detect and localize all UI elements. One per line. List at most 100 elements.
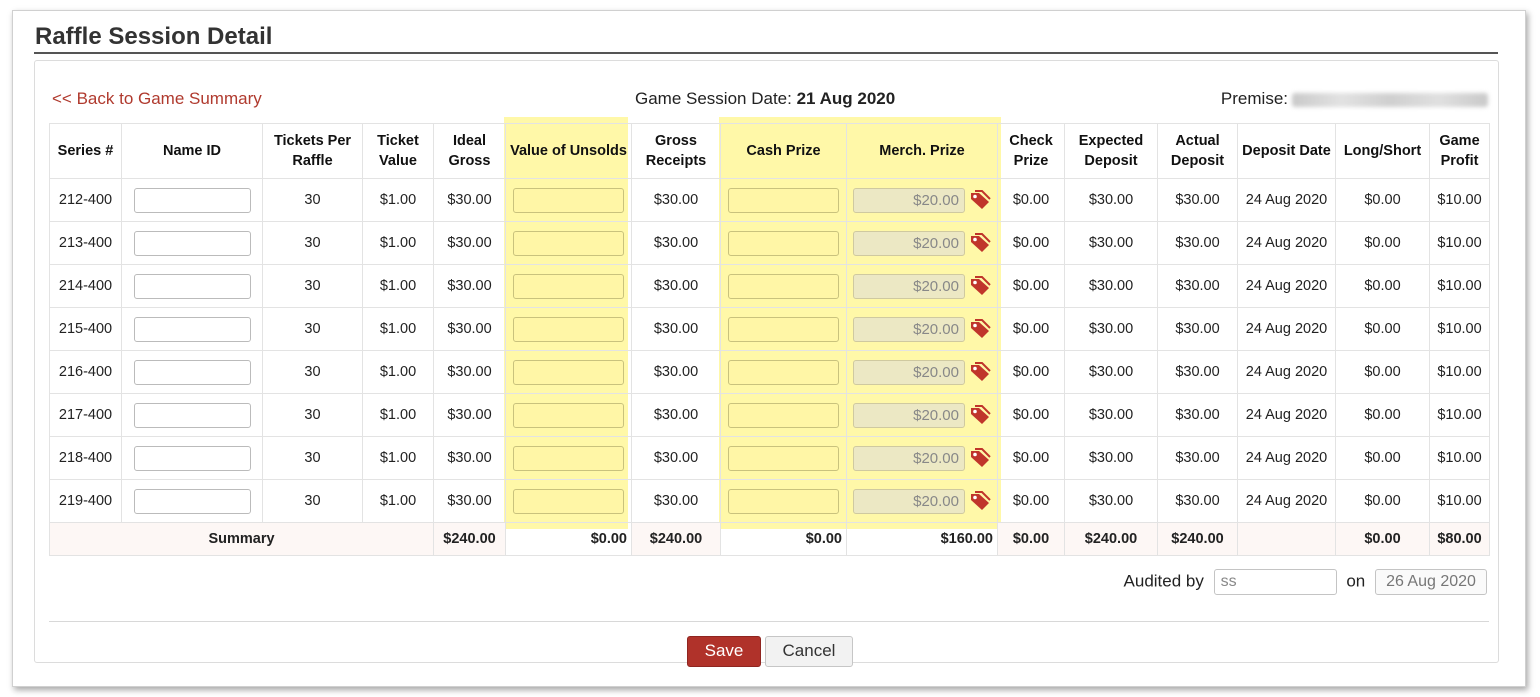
name-id-input[interactable] [133,488,251,514]
cash-prize-input[interactable] [728,359,839,385]
cash-prize-cell [720,436,847,480]
title-divider [34,52,1498,54]
merch-prize-field[interactable]: $20.00 [853,488,965,514]
name-id-input[interactable] [133,316,251,342]
price-tag-icon[interactable] [969,319,991,339]
gross-receipts-cell: $30.00 [631,264,721,308]
game-profit-cell: $10.00 [1429,178,1490,222]
name-id-input[interactable] [133,273,251,299]
tickets-cell: 30 [262,264,363,308]
price-tag-icon[interactable] [969,190,991,210]
check-prize-cell: $0.00 [997,221,1065,265]
cash-prize-input[interactable] [728,187,839,213]
game-profit-cell: $10.00 [1429,264,1490,308]
value-unsolds-input[interactable] [513,445,624,471]
summary-row: Summary $240.00 $0.00 $240.00 $0.00 $160… [49,522,1490,556]
summary-merch-prize: $160.00 [846,522,998,556]
summary-deposit-date [1237,522,1336,556]
value-unsolds-input[interactable] [513,488,624,514]
series-cell: 217-400 [49,393,122,437]
cash-prize-input[interactable] [728,273,839,299]
price-tag-icon[interactable] [969,448,991,468]
cash-prize-input[interactable] [728,402,839,428]
expected-deposit-cell: $30.00 [1064,307,1158,351]
series-header: Series # [49,123,122,179]
name-id-input[interactable] [133,359,251,385]
audited-by-label: Audited by [1123,571,1204,591]
expected-deposit-cell: $30.00 [1064,479,1158,523]
value-unsolds-input[interactable] [513,273,624,299]
cash-prize-cell [720,221,847,265]
game-profit-cell: $10.00 [1429,307,1490,351]
ticket-value-cell: $1.00 [362,350,434,394]
price-tag-icon[interactable] [969,491,991,511]
price-tag-icon[interactable] [969,233,991,253]
value-unsolds-input[interactable] [513,187,624,213]
long-short-cell: $0.00 [1335,350,1430,394]
name-id-input[interactable] [133,187,251,213]
merch-prize-field[interactable]: $20.00 [853,273,965,299]
cash-prize-input[interactable] [728,488,839,514]
deposit-date-cell: 24 Aug 2020 [1237,264,1336,308]
deposit-date-cell: 24 Aug 2020 [1237,436,1336,480]
ideal-gross-cell: $30.00 [433,307,506,351]
value-unsolds-input[interactable] [513,359,624,385]
cash-prize-input[interactable] [728,445,839,471]
price-tag-icon[interactable] [969,276,991,296]
value-unsolds-cell [505,350,632,394]
summary-value-unsolds: $0.00 [505,522,632,556]
value-unsolds-input[interactable] [513,316,624,342]
merch-prize-field[interactable]: $20.00 [853,359,965,385]
gross-receipts-cell: $30.00 [631,178,721,222]
merch-prize-field[interactable]: $20.00 [853,230,965,256]
session-date-label: Game Session Date: [635,89,792,108]
name-id-cell [121,479,263,523]
deposit-date-cell: 24 Aug 2020 [1237,178,1336,222]
actual-deposit-cell: $30.00 [1157,350,1238,394]
game-profit-cell: $10.00 [1429,350,1490,394]
ticket-value-cell: $1.00 [362,393,434,437]
price-tag-icon[interactable] [969,405,991,425]
merch-prize-field[interactable]: $20.00 [853,187,965,213]
tickets-cell: 30 [262,221,363,265]
ticket-value-cell: $1.00 [362,221,434,265]
check-prize-cell: $0.00 [997,350,1065,394]
series-cell: 214-400 [49,264,122,308]
name-id-input[interactable] [133,445,251,471]
screenshot-frame: Raffle Session Detail << Back to Game Su… [12,10,1526,687]
name-id-input[interactable] [133,230,251,256]
save-button[interactable]: Save [687,636,761,667]
merch-prize-field[interactable]: $20.00 [853,445,965,471]
value-unsolds-input[interactable] [513,402,624,428]
price-tag-icon[interactable] [969,362,991,382]
ideal-gross-cell: $30.00 [433,436,506,480]
merch-prize-field[interactable]: $20.00 [853,402,965,428]
cash-prize-input[interactable] [728,316,839,342]
cash-prize-header: Cash Prize [720,123,847,179]
value-unsolds-cell [505,264,632,308]
expected-deposit-cell: $30.00 [1064,393,1158,437]
tickets-cell: 30 [262,307,363,351]
audited-by-input[interactable]: ss [1213,569,1337,595]
ticket-value-cell: $1.00 [362,436,434,480]
cancel-button[interactable]: Cancel [765,636,853,667]
table-row: 215-400 30 $1.00 $30.00 $30.00 $20.00 $0.00 $30… [49,307,1490,351]
audit-date-field[interactable]: 26 Aug 2020 [1375,569,1487,595]
summary-ideal-gross: $240.00 [433,522,506,556]
series-cell: 215-400 [49,307,122,351]
gross-receipts-cell: $30.00 [631,479,721,523]
expected-deposit-cell: $30.00 [1064,350,1158,394]
value-unsolds-input[interactable] [513,230,624,256]
game-profit-header: Game Profit [1429,123,1490,179]
cash-prize-input[interactable] [728,230,839,256]
cash-prize-cell [720,178,847,222]
name-id-input[interactable] [133,402,251,428]
merch-prize-field[interactable]: $20.00 [853,316,965,342]
ideal-gross-header: Ideal Gross [433,123,506,179]
summary-actual-deposit: $240.00 [1157,522,1238,556]
back-to-summary-link[interactable]: << Back to Game Summary [52,89,262,109]
ideal-gross-cell: $30.00 [433,178,506,222]
series-cell: 219-400 [49,479,122,523]
summary-game-profit: $80.00 [1429,522,1490,556]
merch-prize-cell: $20.00 [846,307,998,351]
